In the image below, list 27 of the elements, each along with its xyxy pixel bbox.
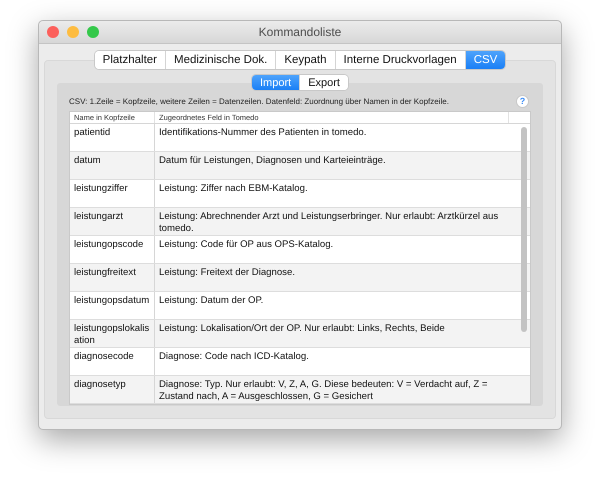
table-cell: leistungopscode (70, 236, 155, 263)
zoom-button[interactable] (87, 26, 99, 38)
table-cell: leistungopslokalisation (70, 320, 155, 347)
description-text: CSV: 1.Zeile = Kopfzeile, weitere Zeilen = Datenzeilen. Datenfeld: Zuordnung über Namen in der Kopfzeile. (69, 97, 449, 106)
table-cell-text: Datum für Leistungen, Diagnosen und Karteieinträge. (158, 154, 387, 168)
table-cell: leistungopsdatum (70, 292, 155, 319)
table-cell-text: Leistung: Freitext der Diagnose. (158, 266, 296, 280)
table-cell: diagnosecode (70, 348, 155, 375)
table-cell-text: Leistung: Lokalisation/Ort der OP. Nur erlaubt: Links, Rechts, Beide (158, 322, 446, 336)
table-cell-text: Diagnose: Typ. Nur erlaubt: V, Z, A, G. Diese bedeuten: V = Verdacht auf, Z = Zustand nach, A = Ausgeschlossen, G = Gesichert (158, 378, 489, 403)
close-button[interactable] (47, 26, 59, 38)
minimize-button[interactable] (67, 26, 79, 38)
table-cell-text: Leistung: Datum der OP. (158, 294, 264, 308)
scroll-thumb[interactable] (521, 127, 527, 332)
table-cell-text: Leistung: Ziffer nach EBM-Katalog. (158, 182, 309, 196)
table-cell: patientid (70, 124, 155, 151)
table-cell-text: Identifikations-Nummer des Patienten in tomedo. (158, 126, 368, 140)
window-title: Kommandoliste (258, 25, 342, 39)
tab[interactable]: Platzhalter (94, 51, 166, 69)
table-cell: leistungarzt (70, 208, 155, 235)
table-cell: datum (70, 152, 155, 179)
table-cell-text: Leistung: Code für OP aus OPS-Katalog. (158, 238, 334, 252)
table-cell: diagnosetyp (70, 376, 155, 403)
table-cell-text: Diagnose: Code nach ICD-Katalog. (158, 350, 310, 364)
table-cell-text: Leistung: Abrechnender Arzt und Leistungserbringer. Nur erlaubt: Arztkürzel aus tomedo. (158, 210, 500, 235)
table-cell: leistungfreitext (70, 264, 155, 291)
table-cell: leistungziffer (70, 180, 155, 207)
